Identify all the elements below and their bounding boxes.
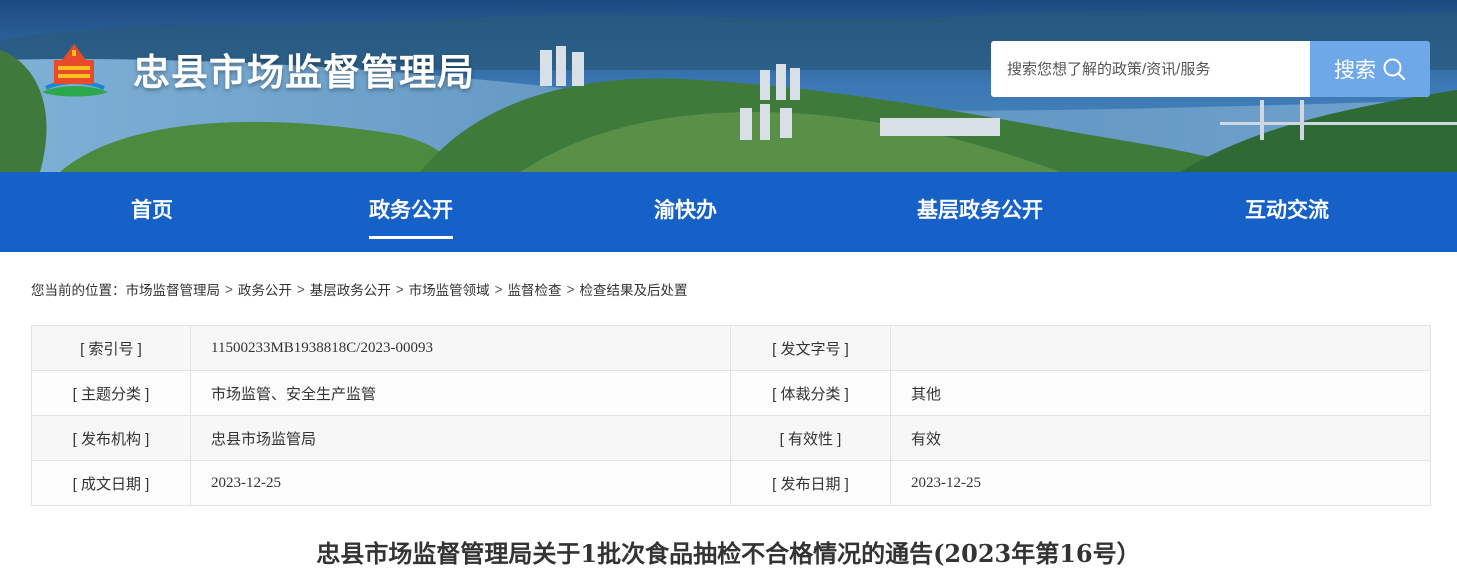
breadcrumb-separator: > [494, 281, 503, 297]
breadcrumb-item[interactable]: 政务公开 [238, 279, 292, 299]
document-meta-table: [ 索引号 ] 11500233MB1938818C/2023-00093 [ … [31, 325, 1431, 506]
breadcrumb-separator: > [395, 281, 404, 297]
breadcrumb: 您当前的位置： 市场监督管理局 > 政务公开 > 基层政务公开 > 市场监管领域… [31, 279, 687, 299]
breadcrumb-separator: > [296, 281, 305, 297]
meta-value-genre: 其他 [890, 370, 1431, 416]
nav-item-home[interactable]: 首页 [131, 172, 173, 252]
search-input[interactable] [991, 41, 1310, 97]
government-emblem-logo [42, 44, 108, 97]
meta-label-written-date: [ 成文日期 ] [31, 460, 191, 506]
meta-value-written-date: 2023-12-25 [190, 460, 731, 506]
header-banner: 忠县市场监督管理局 搜索 [0, 0, 1457, 172]
breadcrumb-prefix: 您当前的位置： [31, 283, 126, 298]
meta-label-genre: [ 体裁分类 ] [730, 370, 891, 416]
table-row: [ 成文日期 ] 2023-12-25 [ 发布日期 ] 2023-12-25 [31, 460, 1431, 506]
meta-value-publish-date: 2023-12-25 [890, 460, 1431, 506]
nav-item-grassroots-affairs[interactable]: 基层政务公开 [917, 172, 1043, 252]
table-row: [ 发布机构 ] 忠县市场监管局 [ 有效性 ] 有效 [31, 415, 1431, 461]
breadcrumb-item[interactable]: 市场监督管理局 [126, 279, 221, 299]
meta-value-topic: 市场监管、安全生产监管 [190, 370, 731, 416]
breadcrumb-item[interactable]: 检查结果及后处置 [579, 279, 687, 299]
meta-label-issuer: [ 发布机构 ] [31, 415, 191, 461]
meta-label-publish-date: [ 发布日期 ] [730, 460, 891, 506]
meta-label-index-number: [ 索引号 ] [31, 325, 191, 371]
search-button-label: 搜索 [1334, 59, 1376, 82]
breadcrumb-separator: > [225, 281, 233, 297]
meta-label-document-number: [ 发文字号 ] [730, 325, 891, 371]
breadcrumb-separator: > [566, 281, 575, 297]
table-row: [ 索引号 ] 11500233MB1938818C/2023-00093 [ … [31, 325, 1431, 371]
meta-value-issuer: 忠县市场监管局 [190, 415, 731, 461]
meta-label-topic: [ 主题分类 ] [31, 370, 191, 416]
nav-item-interaction[interactable]: 互动交流 [1245, 172, 1329, 252]
meta-label-validity: [ 有效性 ] [730, 415, 891, 461]
meta-value-validity: 有效 [890, 415, 1431, 461]
main-nav: 首页 政务公开 渝快办 基层政务公开 互动交流 [0, 172, 1457, 252]
meta-value-index-number: 11500233MB1938818C/2023-00093 [190, 325, 731, 371]
nav-item-government-affairs[interactable]: 政务公开 [369, 172, 453, 252]
meta-value-document-number [890, 325, 1431, 371]
search-button[interactable]: 搜索 [1310, 41, 1430, 97]
breadcrumb-item[interactable]: 市场监管领域 [409, 279, 490, 299]
search-icon [1383, 58, 1406, 81]
table-row: [ 主题分类 ] 市场监管、安全生产监管 [ 体裁分类 ] 其他 [31, 370, 1431, 416]
breadcrumb-item[interactable]: 监督检查 [508, 279, 562, 299]
nav-item-yukuaiban[interactable]: 渝快办 [654, 172, 717, 252]
breadcrumb-item[interactable]: 基层政务公开 [310, 279, 391, 299]
site-title: 忠县市场监督管理局 [133, 50, 475, 94]
article-title: 忠县市场监督管理局关于1批次食品抽检不合格情况的通告(2023年第16号） [316, 539, 1141, 568]
